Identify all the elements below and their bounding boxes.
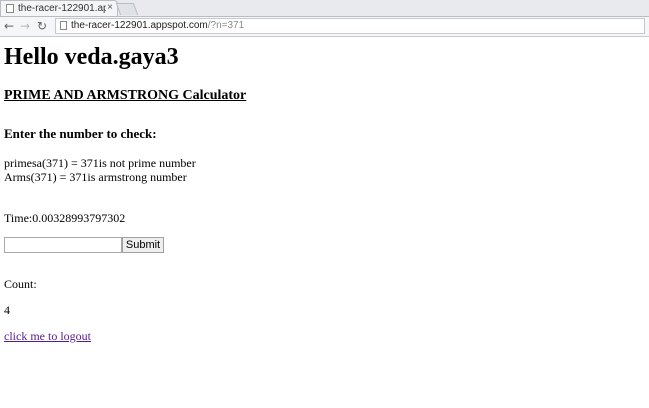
- prime-result: primesa(371) = 371is not prime number: [4, 156, 196, 170]
- back-arrow-icon[interactable]: ←: [4, 19, 14, 33]
- tab-title: the-racer-122901.appspot: [18, 3, 106, 14]
- number-input[interactable]: [4, 237, 122, 253]
- forward-arrow-icon[interactable]: →: [20, 19, 30, 33]
- submit-button[interactable]: Submit: [122, 237, 164, 253]
- count-value: 4: [4, 303, 10, 317]
- page-icon: [60, 21, 67, 30]
- armstrong-result: Arms(371) = 371is armstrong number: [4, 170, 187, 184]
- url-host: the-racer-122901.appspot.com: [71, 20, 208, 31]
- reload-icon[interactable]: ↻: [37, 19, 47, 33]
- time-text: Time:0.00328993797302: [4, 211, 126, 225]
- browser-toolbar: ← → ↻ the-racer-122901.appspot.com/?n=37…: [0, 17, 649, 37]
- logout-link[interactable]: click me to logout: [4, 329, 91, 343]
- number-form: Submit: [4, 237, 645, 253]
- results-block: primesa(371) = 371is not prime number Ar…: [4, 156, 645, 184]
- number-prompt: Enter the number to check:: [4, 126, 157, 141]
- page-icon: [6, 4, 14, 13]
- address-bar[interactable]: the-racer-122901.appspot.com/?n=371: [55, 18, 645, 34]
- url-text[interactable]: the-racer-122901.appspot.com/?n=371: [71, 20, 244, 31]
- browser-tab[interactable]: the-racer-122901.appspot ×: [0, 0, 118, 16]
- count-label: Count:: [4, 277, 37, 291]
- greeting-heading: Hello veda.gaya3: [4, 44, 179, 70]
- url-query: /?n=371: [207, 20, 245, 31]
- new-tab-button[interactable]: [115, 3, 139, 15]
- calculator-title: PRIME AND ARMSTRONG Calculator: [4, 88, 247, 103]
- close-icon[interactable]: ×: [107, 2, 113, 13]
- browser-tab-bar: the-racer-122901.appspot ×: [0, 0, 649, 17]
- page-content: Hello veda.gaya3 PRIME AND ARMSTRONG Cal…: [0, 43, 649, 345]
